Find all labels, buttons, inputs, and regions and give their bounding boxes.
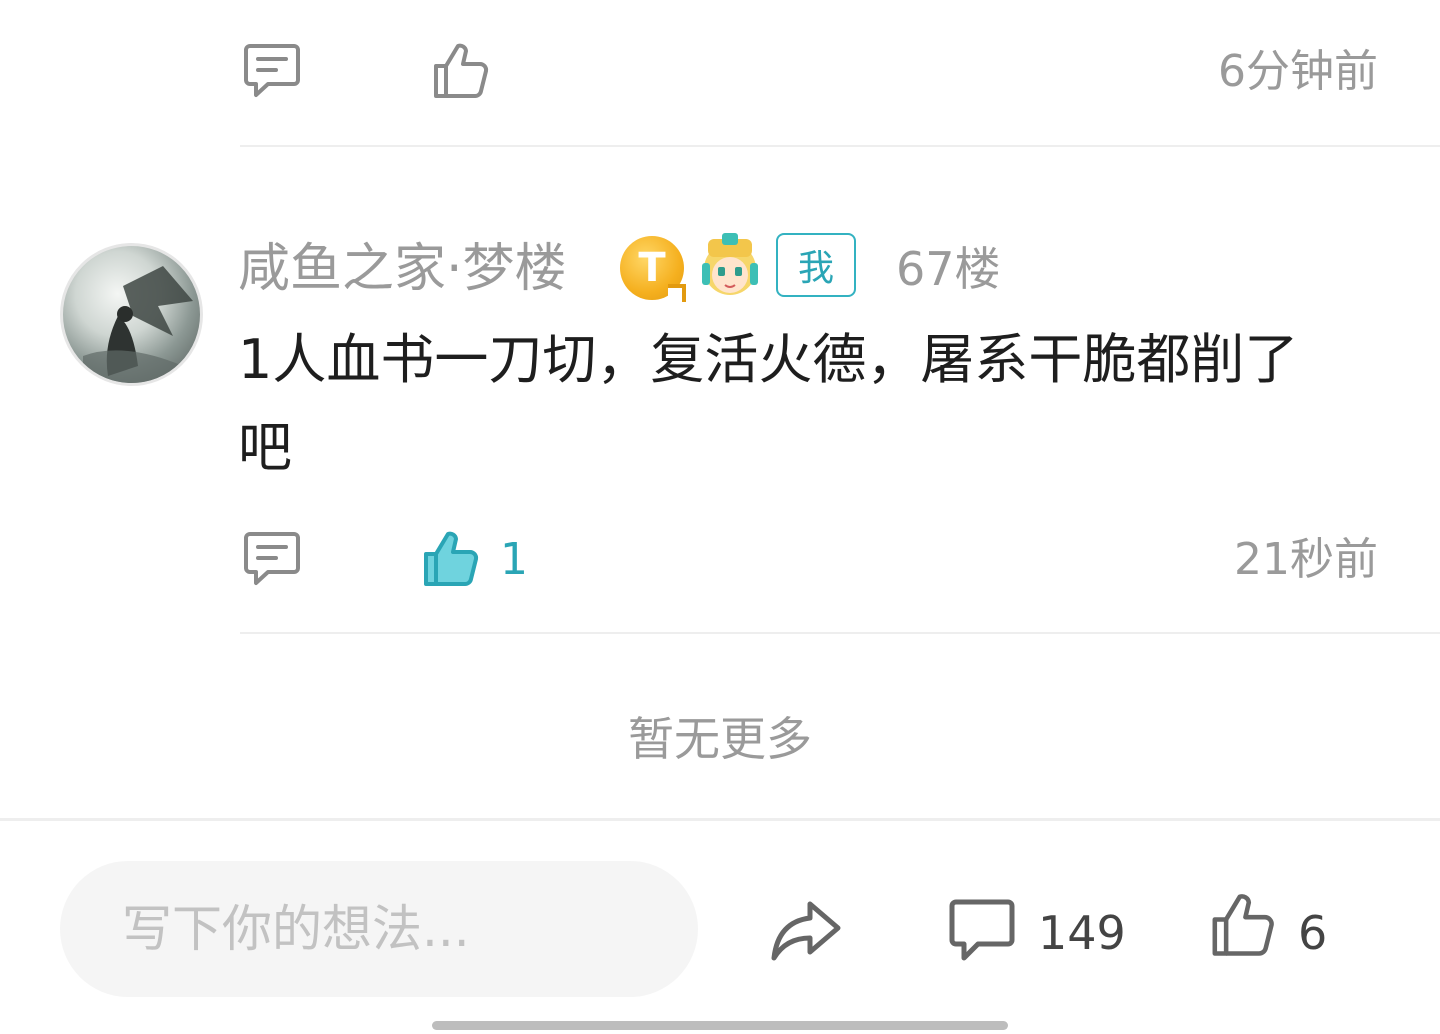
level-badge-letter: T [638, 245, 666, 291]
bottom-bar-separator [0, 818, 1440, 821]
reply-button[interactable] [242, 528, 302, 588]
like-count: 1 [500, 534, 528, 585]
username[interactable]: 咸鱼之家·梦楼 [238, 240, 567, 298]
me-tag: 我 [776, 233, 856, 297]
comment-time: 21秒前 [1234, 534, 1378, 585]
comment-divider [240, 145, 1440, 147]
comment-divider [240, 632, 1440, 634]
share-button[interactable] [768, 898, 844, 964]
comment-icon [244, 532, 300, 585]
comment-icon [949, 899, 1015, 961]
floor-number: 67楼 [896, 242, 1001, 296]
thumbs-up-icon [424, 531, 479, 586]
prev-comment-time: 6分钟前 [1218, 46, 1378, 97]
badge-arrow-icon [668, 284, 686, 302]
comment-input[interactable] [122, 900, 698, 958]
comment-icon [244, 44, 300, 97]
post-like-button[interactable] [1208, 890, 1276, 958]
thumbs-up-icon [434, 43, 489, 98]
prev-reply-button[interactable] [242, 40, 302, 100]
comment-input-box[interactable] [60, 861, 698, 997]
comment-count: 149 [1038, 906, 1126, 960]
thumbs-up-icon [1212, 894, 1274, 956]
post-like-count: 6 [1298, 906, 1328, 960]
like-button[interactable] [420, 528, 480, 588]
avatar[interactable] [60, 243, 203, 386]
home-indicator[interactable] [432, 1021, 1008, 1030]
prev-like-button[interactable] [430, 40, 490, 100]
level-badge: T [620, 236, 686, 302]
no-more-text: 暂无更多 [628, 712, 812, 766]
character-badge-icon [702, 233, 758, 295]
share-icon [771, 901, 841, 961]
avatar-image [83, 266, 193, 383]
comment-text: 1人血书一刀切，复活火德，屠系干脆都削了吧 [238, 328, 1299, 479]
comments-button[interactable] [948, 896, 1016, 964]
